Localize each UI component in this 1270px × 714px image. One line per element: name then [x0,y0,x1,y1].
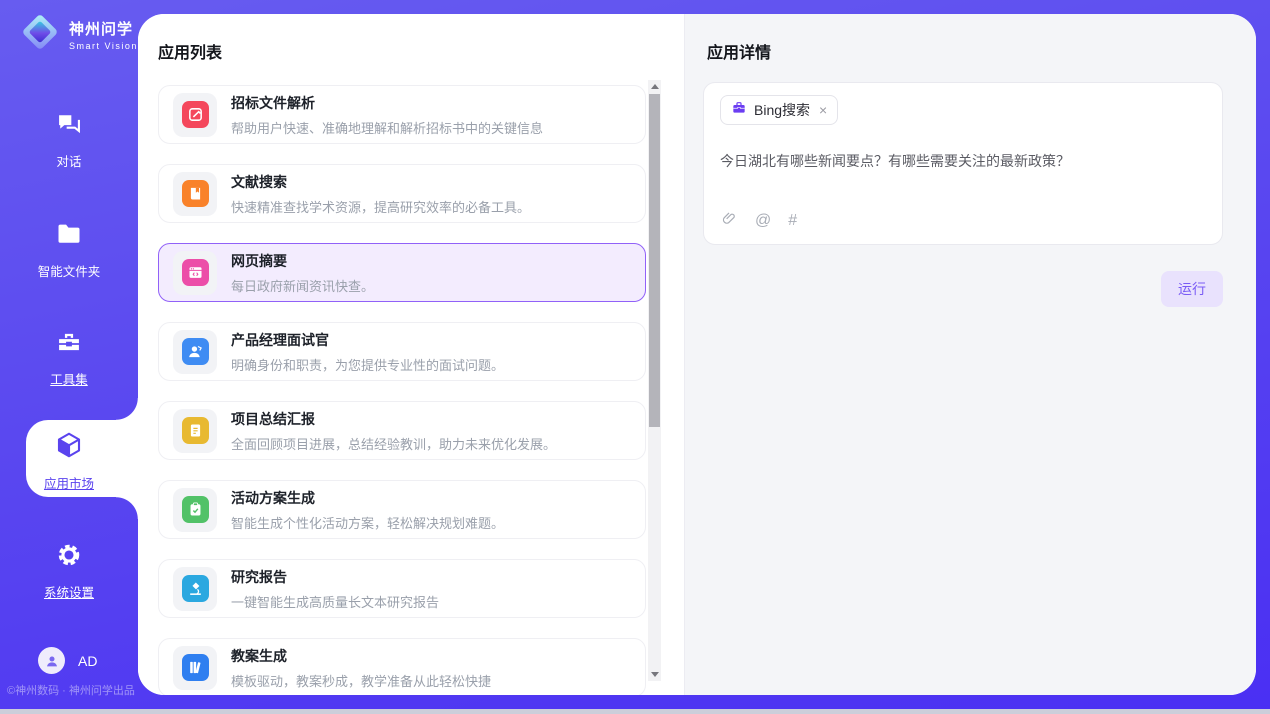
close-icon[interactable]: × [819,103,827,117]
sidebar-item-label: 工具集 [50,369,88,388]
toolbox-icon [55,328,83,361]
gear-icon [55,541,83,574]
sidebar-item-label: 应用市场 [44,473,94,492]
mention-at-icon[interactable]: @ [755,212,771,230]
app-card-literature-search[interactable]: 文献搜索 快速精准查找学术资源，提高研究效率的必备工具。 [158,164,646,223]
sidebar-item-app-market[interactable]: 应用市场 [0,430,138,492]
app-card-pm-interviewer[interactable]: 产品经理面试官 明确身份和职责，为您提供专业性的面试问题。 [158,322,646,381]
app-card-desc: 全面回顾项目进展，总结经验教训，助力未来优化发展。 [231,434,556,453]
sidebar-item-label: 对话 [56,151,81,170]
sidebar-item-toolset[interactable]: 工具集 [0,328,138,388]
prompt-text[interactable]: 今日湖北有哪些新闻要点？有哪些需要关注的最新政策？ [720,151,1206,172]
briefcase-icon [731,100,747,121]
books-icon [182,654,209,681]
paperclip-icon[interactable] [721,210,738,232]
browser-code-icon [182,259,209,286]
prompt-input-box[interactable]: Bing搜索 × 今日湖北有哪些新闻要点？有哪些需要关注的最新政策？ @ # [703,82,1223,245]
interviewer-person-icon [182,338,209,365]
main-content: 应用列表 招标文件解析 帮助用户快速、准确地理解和解析招标书中的关键信息 [138,14,1256,695]
app-card-title: 网页摘要 [231,251,374,271]
hashtag-icon[interactable]: # [788,212,797,230]
edit-pen-icon [182,101,209,128]
app-detail-panel: 应用详情 Bing搜索 × 今日湖北有哪些新闻要点？有哪些需要关注的最新政策？ [684,14,1256,695]
app-card-lesson-plan[interactable]: 教案生成 模板驱动，教案秒成，教学准备从此轻松快捷 [158,638,646,695]
app-card-desc: 明确身份和职责，为您提供专业性的面试问题。 [231,355,504,374]
app-list-scrollbar[interactable] [648,80,661,681]
brand-name: 神州问学 [69,18,138,39]
app-card-desc: 帮助用户快速、准确地理解和解析招标书中的关键信息 [231,118,543,137]
chat-bubbles-icon [55,110,83,143]
app-card-desc: 智能生成个性化活动方案，轻松解决规划难题。 [231,513,504,532]
app-list-panel: 应用列表 招标文件解析 帮助用户快速、准确地理解和解析招标书中的关键信息 [138,14,684,695]
microscope-icon [182,575,209,602]
user-initials: AD [78,653,97,669]
chevron-up-icon [651,84,659,89]
app-card-desc: 快速精准查找学术资源，提高研究效率的必备工具。 [231,197,530,216]
scroll-up-button[interactable] [648,80,661,93]
scrollbar-thumb[interactable] [649,94,660,427]
app-detail-title: 应用详情 [707,39,771,63]
app-card-list: 招标文件解析 帮助用户快速、准确地理解和解析招标书中的关键信息 文献搜索 快速精… [158,85,646,695]
app-card-desc: 模板驱动，教案秒成，教学准备从此轻松快捷 [231,671,491,690]
book-icon [182,180,209,207]
app-card-title: 活动方案生成 [231,488,504,508]
app-logo: 神州问学 Smart Vision [18,10,138,59]
app-card-web-summary[interactable]: 网页摘要 每日政府新闻资讯快查。 [158,243,646,302]
app-card-title: 产品经理面试官 [231,330,504,350]
app-card-title: 招标文件解析 [231,93,543,113]
run-button[interactable]: 运行 [1161,271,1223,307]
app-card-research-report[interactable]: 研究报告 一键智能生成高质量长文本研究报告 [158,559,646,618]
app-card-title: 教案生成 [231,646,491,666]
diamond-gem-icon [18,10,62,59]
app-card-title: 项目总结汇报 [231,409,556,429]
app-card-bid-parse[interactable]: 招标文件解析 帮助用户快速、准确地理解和解析招标书中的关键信息 [158,85,646,144]
scroll-down-button[interactable] [648,668,661,681]
user-account[interactable]: AD [38,647,97,674]
app-list-title: 应用列表 [158,39,222,63]
sidebar-item-label: 智能文件夹 [38,261,101,280]
app-card-project-summary[interactable]: 项目总结汇报 全面回顾项目进展，总结经验教训，助力未来优化发展。 [158,401,646,460]
app-card-desc: 每日政府新闻资讯快查。 [231,276,374,295]
clipboard-check-icon [182,496,209,523]
tool-chip-bing-search[interactable]: Bing搜索 × [720,95,838,125]
app-card-desc: 一键智能生成高质量长文本研究报告 [231,592,439,611]
app-card-title: 文献搜索 [231,172,530,192]
folder-icon [55,220,83,253]
brand-subtitle: Smart Vision [69,41,138,51]
chevron-down-icon [651,672,659,677]
sidebar: 神州问学 Smart Vision 对话 智能文件夹 工具集 [0,0,138,714]
app-card-event-plan[interactable]: 活动方案生成 智能生成个性化活动方案，轻松解决规划难题。 [158,480,646,539]
document-icon [182,417,209,444]
cube-icon [54,430,84,465]
sidebar-item-settings[interactable]: 系统设置 [0,541,138,601]
app-card-title: 研究报告 [231,567,439,587]
attachment-toolbar: @ # [721,210,797,232]
person-avatar-icon [38,647,65,674]
tool-chip-label: Bing搜索 [754,100,810,120]
sidebar-item-label: 系统设置 [44,582,94,601]
bottom-edge-strip [0,709,1270,714]
run-row: 运行 [703,271,1223,307]
sidebar-item-chat[interactable]: 对话 [0,110,138,170]
sidebar-item-smart-folders[interactable]: 智能文件夹 [0,220,138,280]
copyright-footer: ©神州数码 · 神州问学出品 [7,682,135,698]
